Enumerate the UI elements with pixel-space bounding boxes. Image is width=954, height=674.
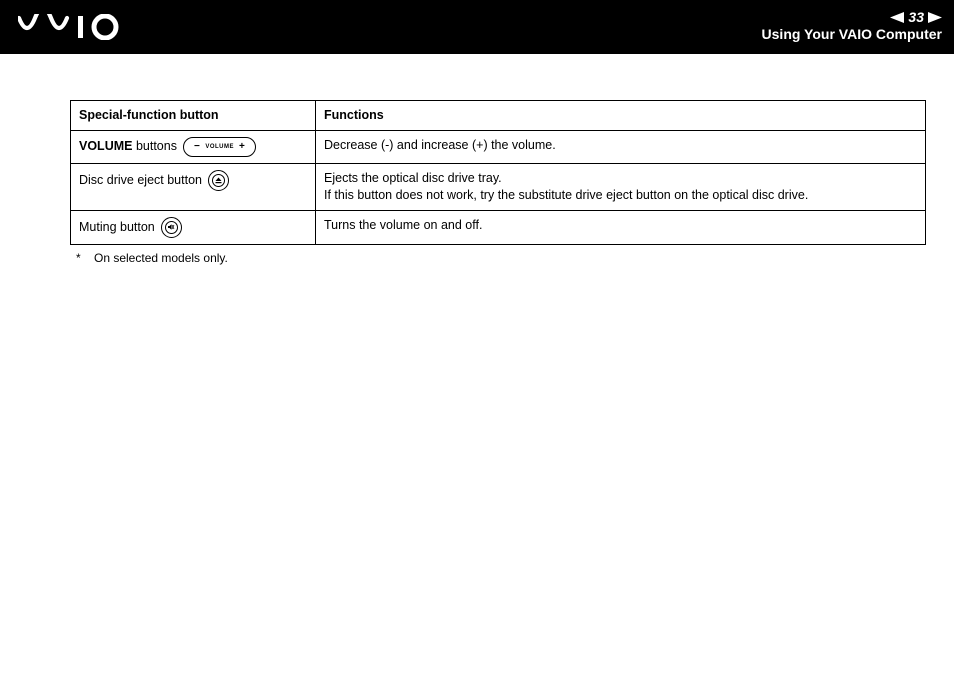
special-function-table: Special-function button Functions VOLUME… [70,100,926,245]
row-desc: Ejects the optical disc drive tray. [324,170,917,187]
table-header-row: Special-function button Functions [71,101,926,131]
table-row: Muting button [71,210,926,244]
page-nav: 33 [890,10,942,25]
row-desc: Turns the volume on and off. [324,217,917,234]
eject-icon [208,170,229,191]
vaio-logo [18,14,138,40]
row-desc-extra: If this button does not work, try the su… [324,187,917,204]
header-bar: 33 Using Your VAIO Computer [0,0,954,54]
footnote: *On selected models only. [76,251,924,265]
page-number: 33 [908,10,924,25]
table-row: VOLUME buttons − VOLUME + Decrease (-) a… [71,130,926,163]
table-row: Disc drive eject button Ejects the optic… [71,163,926,210]
row-label: Disc drive eject button [79,172,202,189]
page: 33 Using Your VAIO Computer Special-func… [0,0,954,674]
header-col2: Functions [316,101,926,131]
next-page-icon[interactable] [928,12,942,23]
row-label: Muting button [79,219,155,236]
prev-page-icon[interactable] [890,12,904,23]
content-area: Special-function button Functions VOLUME… [0,54,954,265]
header-col1: Special-function button [71,101,316,131]
row-desc: Decrease (-) and increase (+) the volume… [324,137,917,154]
header-right: 33 Using Your VAIO Computer [762,10,942,41]
volume-buttons-icon: − VOLUME + [183,137,256,157]
mute-icon [161,217,182,238]
row-label: VOLUME buttons [79,138,177,155]
section-title: Using Your VAIO Computer [762,27,942,42]
